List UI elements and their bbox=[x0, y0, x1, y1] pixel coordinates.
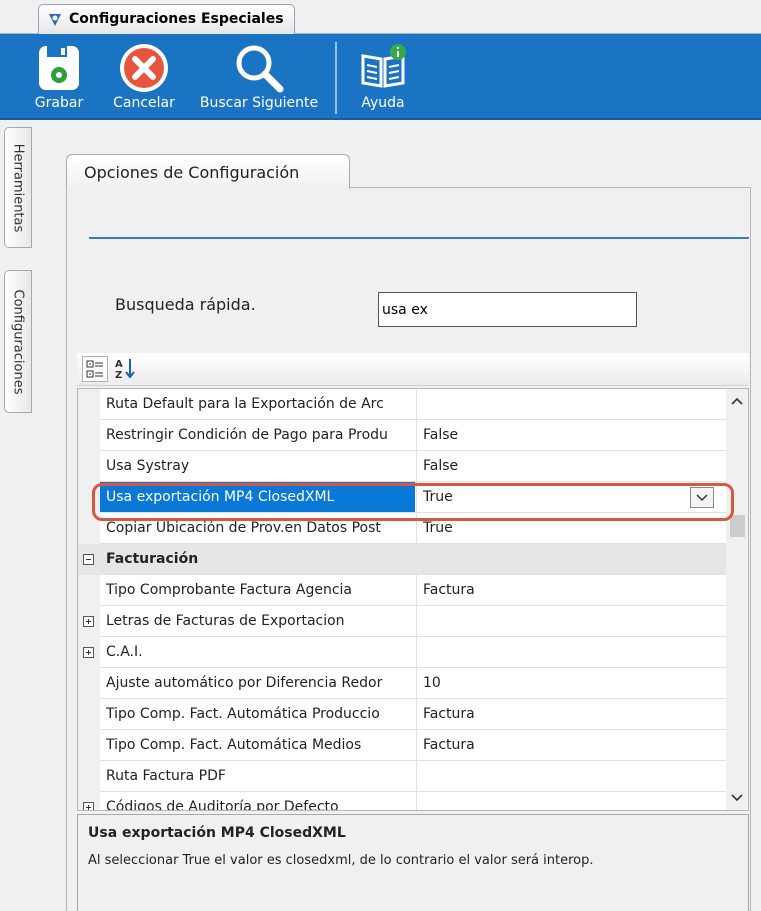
sort-az-icon: A Z bbox=[115, 359, 135, 381]
property-row[interactable]: Ruta Default para la Exportación de Arc bbox=[78, 389, 726, 420]
property-value[interactable] bbox=[416, 389, 720, 419]
value-dropdown-button[interactable] bbox=[690, 487, 714, 508]
side-tab-tools[interactable]: Herramientas bbox=[4, 127, 32, 248]
main-content: Opciones de Configuración Busqueda rápid… bbox=[42, 122, 761, 911]
find-next-button[interactable]: Buscar Siguiente bbox=[192, 34, 326, 120]
help-label: Ayuda bbox=[361, 95, 405, 111]
property-value[interactable]: Factura bbox=[416, 699, 720, 729]
floppy-disk-icon bbox=[39, 46, 79, 90]
main-toolbar: Grabar Cancelar Buscar Siguiente Ayuda bbox=[0, 34, 761, 120]
property-value[interactable]: False bbox=[416, 451, 720, 481]
document-tab-label: Configuraciones Especiales bbox=[69, 11, 284, 27]
scroll-thumb[interactable] bbox=[730, 515, 745, 537]
property-row[interactable]: Tipo Comprobante Factura Agencia Factura bbox=[78, 575, 726, 606]
property-name: C.A.I. bbox=[106, 644, 143, 660]
property-row[interactable]: Restringir Condición de Pago para Produ … bbox=[78, 420, 726, 451]
help-book-icon bbox=[361, 44, 406, 88]
document-tab-bar: Configuraciones Especiales bbox=[0, 0, 761, 35]
property-name: Tipo Comprobante Factura Agencia bbox=[106, 582, 352, 598]
property-row[interactable]: Tipo Comp. Fact. Automática Medios Factu… bbox=[78, 730, 726, 761]
property-row[interactable]: Ruta Factura PDF bbox=[78, 761, 726, 792]
cancel-label: Cancelar bbox=[113, 95, 175, 111]
property-value[interactable]: True bbox=[416, 513, 720, 543]
property-name: Ajuste automático por Diferencia Redor bbox=[106, 675, 383, 691]
quick-search-label: Busqueda rápida. bbox=[115, 295, 256, 314]
property-name: Ruta Factura PDF bbox=[106, 768, 226, 784]
property-value-text: True bbox=[423, 489, 453, 505]
categorized-list-icon bbox=[86, 360, 103, 378]
side-tab-tools-label: Herramientas bbox=[10, 143, 26, 232]
property-value[interactable] bbox=[416, 761, 720, 791]
alphabetical-sort-button[interactable]: A Z bbox=[113, 356, 139, 382]
side-tab-settings-label: Configuraciones bbox=[10, 289, 26, 394]
expand-icon[interactable] bbox=[83, 802, 94, 810]
quick-search-input[interactable] bbox=[378, 292, 637, 327]
help-button[interactable]: Ayuda bbox=[352, 34, 414, 120]
configuration-panel: Busqueda rápida. A Z bbox=[66, 187, 751, 911]
category-row[interactable]: Facturación bbox=[78, 544, 726, 575]
property-value[interactable]: Factura bbox=[416, 575, 720, 605]
property-value[interactable] bbox=[416, 606, 720, 636]
property-name: Usa Systray bbox=[106, 458, 190, 474]
description-text: Al seleccionar True el valor es closedxm… bbox=[88, 853, 594, 868]
property-name: Restringir Condición de Pago para Produ bbox=[106, 427, 388, 443]
property-row[interactable]: Códigos de Auditoría por Defecto bbox=[78, 792, 726, 811]
cancel-button[interactable]: Cancelar bbox=[106, 34, 182, 120]
property-value[interactable]: False bbox=[416, 420, 720, 450]
property-row[interactable]: Letras de Facturas de Exportacion bbox=[78, 606, 726, 637]
save-button[interactable]: Grabar bbox=[28, 34, 90, 120]
property-name: Usa exportación MP4 ClosedXML bbox=[100, 482, 415, 512]
side-tab-settings[interactable]: Configuraciones bbox=[4, 270, 32, 413]
document-tab[interactable]: Configuraciones Especiales bbox=[38, 4, 295, 35]
expand-icon[interactable] bbox=[83, 616, 94, 627]
tab-configuration-options-label: Opciones de Configuración bbox=[84, 163, 300, 182]
save-label: Grabar bbox=[34, 95, 84, 111]
property-row[interactable]: Usa Systray False bbox=[78, 451, 726, 482]
cancel-circle-icon bbox=[120, 44, 168, 92]
property-grid[interactable]: Ruta Default para la Exportación de Arc … bbox=[77, 388, 749, 811]
property-row[interactable]: Copiar Ubicación de Prov.en Datos Post T… bbox=[78, 513, 726, 544]
property-value[interactable] bbox=[416, 792, 720, 810]
toolbar-separator bbox=[335, 42, 337, 114]
vertical-scrollbar[interactable] bbox=[726, 389, 748, 810]
find-next-label: Buscar Siguiente bbox=[199, 95, 319, 111]
categorized-view-button[interactable] bbox=[82, 356, 108, 382]
property-value[interactable]: Factura bbox=[416, 730, 720, 760]
property-value-dropdown[interactable]: True bbox=[416, 482, 720, 512]
property-name: Códigos de Auditoría por Defecto bbox=[106, 799, 339, 811]
tab-configuration-options[interactable]: Opciones de Configuración bbox=[66, 154, 350, 189]
property-grid-toolbar: A Z bbox=[77, 353, 749, 386]
expand-icon[interactable] bbox=[83, 647, 94, 658]
category-name: Facturación bbox=[106, 551, 199, 567]
scroll-up-icon[interactable] bbox=[726, 391, 748, 413]
property-name: Tipo Comp. Fact. Automática Produccio bbox=[106, 706, 380, 722]
property-row[interactable]: Tipo Comp. Fact. Automática Produccio Fa… bbox=[78, 699, 726, 730]
property-value[interactable] bbox=[416, 637, 720, 667]
property-name: Ruta Default para la Exportación de Arc bbox=[106, 396, 384, 412]
description-title: Usa exportación MP4 ClosedXML bbox=[88, 825, 346, 841]
svg-text:A: A bbox=[115, 359, 123, 370]
svg-text:Z: Z bbox=[115, 370, 122, 380]
panel-divider bbox=[89, 237, 749, 239]
chevron-down-icon bbox=[696, 494, 708, 502]
property-value[interactable]: 10 bbox=[416, 668, 720, 698]
magnifier-icon bbox=[236, 45, 284, 93]
property-name: Letras de Facturas de Exportacion bbox=[106, 613, 345, 629]
scroll-down-icon[interactable] bbox=[726, 786, 748, 808]
collapse-icon[interactable] bbox=[83, 554, 94, 565]
property-row-selected[interactable]: Usa exportación MP4 ClosedXML True bbox=[78, 482, 726, 513]
property-row[interactable]: C.A.I. bbox=[78, 637, 726, 668]
property-name: Copiar Ubicación de Prov.en Datos Post bbox=[106, 520, 381, 536]
property-name: Tipo Comp. Fact. Automática Medios bbox=[106, 737, 362, 753]
app-logo-icon bbox=[49, 14, 61, 26]
property-description-box: Usa exportación MP4 ClosedXML Al selecci… bbox=[77, 814, 749, 911]
property-row[interactable]: Ajuste automático por Diferencia Redor 1… bbox=[78, 668, 726, 699]
